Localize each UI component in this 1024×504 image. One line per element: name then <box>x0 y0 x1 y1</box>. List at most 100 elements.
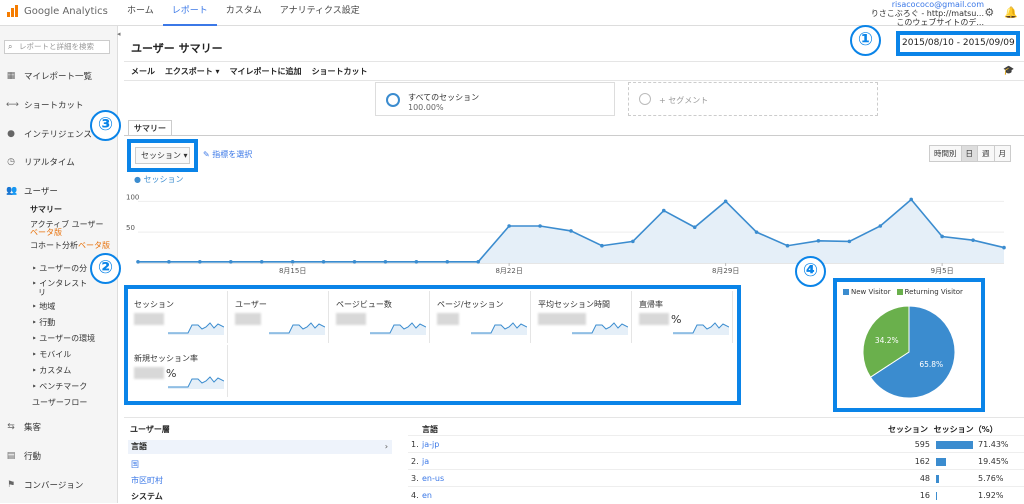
add-segment-button[interactable]: + セグメント <box>628 82 878 116</box>
pie-legend-returning: Returning Visitor <box>896 288 963 296</box>
metric-value-redacted <box>134 313 164 325</box>
table-row: 4. en 16 1.92% <box>408 486 1024 503</box>
sessions-column-header: セッション セッション（%） <box>888 424 998 435</box>
sidebar-item-users[interactable]: 👥 ユーザー <box>6 185 58 197</box>
date-range-selector[interactable]: 2015/08/10 - 2015/09/09 <box>896 31 1020 56</box>
sessions-point <box>507 224 511 228</box>
tab-summary[interactable]: サマリー <box>128 120 172 136</box>
metric-sparkline <box>673 322 729 335</box>
sidebar-sub-environment[interactable]: ‣ ユーザーの環境 <box>32 333 95 344</box>
nav-custom[interactable]: カスタム <box>217 0 271 26</box>
sidebar-item-intelligence[interactable]: ● インテリジェンス <box>6 128 92 140</box>
graduation-cap-icon[interactable]: 🎓 <box>1003 66 1014 76</box>
nav-reports[interactable]: レポート <box>162 0 217 26</box>
sidebar-item-acquisition[interactable]: ⇆ 集客 <box>6 421 41 433</box>
sessions-point <box>198 259 202 264</box>
metric-name: 平均セッション時間 <box>538 300 610 309</box>
sessions-point <box>816 239 821 243</box>
sessions-point <box>940 234 944 239</box>
choose-metric-link[interactable]: ✎ 指標を選択 <box>203 149 252 160</box>
x-tick-label: 9月5日 <box>931 267 954 275</box>
account-selector[interactable]: risacococo@gmail.com りさこぶろぐ - http://mat… <box>871 0 984 27</box>
notification-icon[interactable]: 🔔 <box>1004 6 1018 19</box>
metric-card: ページビュー数 <box>330 291 430 343</box>
table-row: 1. ja-jp 595 71.43% <box>408 435 1024 452</box>
metric-sparkline <box>370 322 426 335</box>
user-layer-item-city[interactable]: 市区町村 <box>128 474 392 488</box>
sessions-point <box>661 208 666 213</box>
gear-icon[interactable]: ⚙ <box>984 6 994 19</box>
session-count: 16 <box>919 491 930 500</box>
sidebar-sub-custom[interactable]: ‣ カスタム <box>32 365 71 376</box>
period-hourly[interactable]: 時間別 <box>930 146 962 161</box>
metric-card: 平均セッション時間 <box>532 291 632 343</box>
session-count: 48 <box>919 474 930 483</box>
segment-ring-icon <box>639 93 651 105</box>
user-layer-item-language[interactable]: 言語 › <box>128 440 392 454</box>
add-to-dashboard-button[interactable]: マイレポートに追加 <box>230 66 302 77</box>
sidebar-sub-mobile[interactable]: ‣ モバイル <box>32 349 71 360</box>
sidebar-item-conversion[interactable]: ⚑ コンバージョン <box>6 479 83 491</box>
y-tick-label: 50 <box>126 224 135 232</box>
language-link[interactable]: ja-jp <box>422 440 439 449</box>
sessions-point <box>259 259 264 264</box>
sidebar-sub-benchmark[interactable]: ‣ ベンチマーク <box>32 381 87 392</box>
chevron-down-icon: ▾ <box>183 151 188 160</box>
sidebar-sub-cohort[interactable]: コホート分析ベータ版 <box>30 240 110 251</box>
metric-card: 新規セッション率% <box>128 345 228 397</box>
sidebar-item-my-reports[interactable]: ▦ マイレポート一覧 <box>6 70 92 82</box>
sessions-point <box>445 259 450 264</box>
top-bar: Google Analytics ホーム レポート カスタム アナリティクス設定… <box>0 0 1024 27</box>
shortcut-button[interactable]: ショートカット <box>312 66 368 77</box>
email-button[interactable]: メール <box>131 66 155 77</box>
language-link[interactable]: en-us <box>422 474 444 483</box>
callout-3: ③ <box>90 110 121 141</box>
language-link[interactable]: en <box>422 491 432 500</box>
sidebar-item-label: リアルタイム <box>24 158 75 168</box>
row-rank: 1. <box>411 440 419 449</box>
user-layer-item-country[interactable]: 国 <box>128 458 392 472</box>
session-percent: 1.92% <box>978 491 1004 500</box>
sidebar-sub-behavior[interactable]: ‣ 行動 <box>32 317 55 328</box>
sidebar-search-input[interactable]: ⌕ レポートと詳細を検索 <box>4 40 110 54</box>
period-month[interactable]: 月 <box>994 146 1010 161</box>
sidebar-item-shortcuts[interactable]: ⟷ ショートカット <box>6 99 84 111</box>
sidebar-sub-region[interactable]: ‣ 地域 <box>32 301 55 312</box>
segment-all-sessions[interactable]: すべてのセッション 100.00% <box>375 82 615 116</box>
row-rank: 2. <box>411 457 419 466</box>
choose-metric-label: 指標を選択 <box>212 150 253 159</box>
sidebar-item-behavior[interactable]: ▤ 行動 <box>6 450 41 462</box>
export-button[interactable]: エクスポート ▾ <box>165 66 220 77</box>
account-email: risacococo@gmail.com <box>891 0 984 9</box>
nav-admin[interactable]: アナリティクス設定 <box>271 0 369 26</box>
sidebar-sub-user-interest[interactable]: ‣ ユーザーの分 <box>32 263 87 274</box>
metric-name: 直帰率 <box>639 300 663 309</box>
language-link[interactable]: ja <box>422 457 429 466</box>
segment-label: すべてのセッション <box>408 93 480 102</box>
sidebar-collapse-icon[interactable]: ◂ <box>117 30 124 40</box>
period-week[interactable]: 週 <box>978 146 995 161</box>
table-row: 2. ja 162 19.45% <box>408 452 1024 469</box>
callout-4: ④ <box>795 256 826 287</box>
beta-label: ベータ版 <box>30 228 62 237</box>
sessions-point <box>136 259 140 264</box>
sidebar-sub-user-flow[interactable]: ユーザーフロー <box>32 397 87 408</box>
legend-label: New Visitor <box>851 288 891 296</box>
sidebar-sub-summary[interactable]: サマリー <box>30 204 62 215</box>
callout-1: ① <box>850 25 881 56</box>
legend-swatch <box>896 289 903 295</box>
item-label: 言語 <box>131 442 147 451</box>
metric-value-redacted <box>336 313 366 325</box>
sidebar-item-realtime[interactable]: ◷ リアルタイム <box>6 156 75 168</box>
beta-label: ベータ版 <box>78 241 110 250</box>
col-label: セッション（%） <box>933 425 998 434</box>
nav-home[interactable]: ホーム <box>118 0 163 26</box>
sidebar-sub-interest-2: リ <box>38 288 46 297</box>
y-tick-label: 100 <box>126 193 139 201</box>
sidebar-item-label: ショートカット <box>24 101 84 111</box>
period-day[interactable]: 日 <box>961 146 978 161</box>
metric-value-redacted <box>134 367 164 379</box>
metric-dropdown[interactable]: セッション ▾ <box>135 147 190 164</box>
google-analytics-logo[interactable]: Google Analytics <box>6 4 108 18</box>
callout-2: ② <box>90 253 121 284</box>
